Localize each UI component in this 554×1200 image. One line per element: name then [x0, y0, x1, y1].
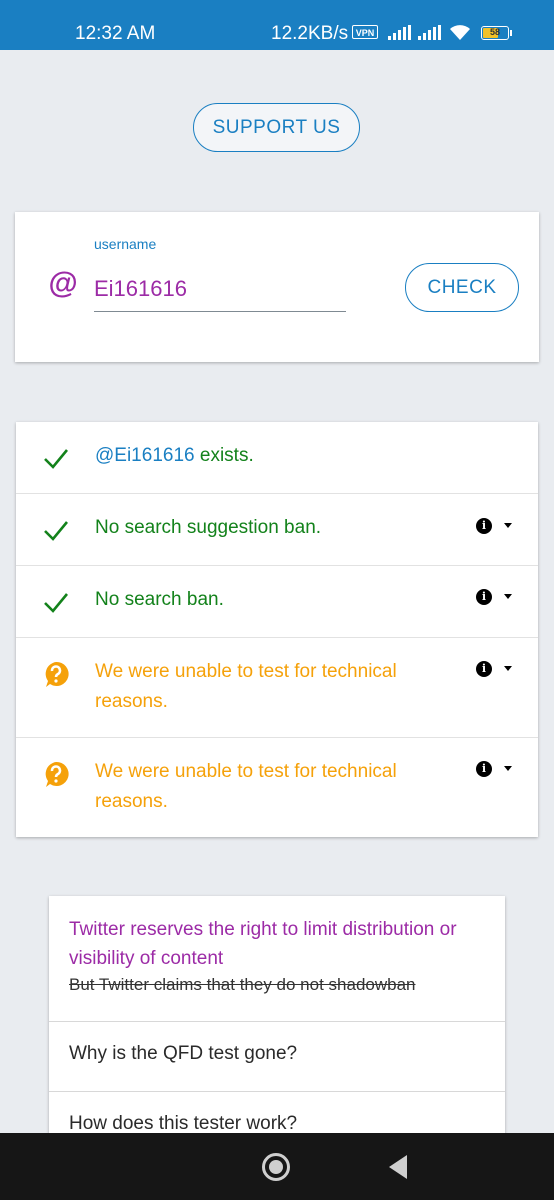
username-label: username [94, 236, 157, 252]
result-text: @Ei161616 exists. [95, 441, 435, 471]
result-row[interactable]: No search suggestion ban. i [16, 494, 538, 566]
result-text: We were unable to test for technical rea… [95, 761, 397, 812]
faq-question: Twitter reserves the right to limit dist… [69, 919, 457, 969]
status-bar: 12:32 AM 12.2KB/s VPN 58 [0, 0, 554, 50]
result-text: No search ban. [95, 589, 224, 610]
check-icon [44, 593, 69, 613]
battery-icon: 58 [481, 26, 512, 40]
chevron-down-icon[interactable] [504, 594, 512, 599]
result-row[interactable]: We were unable to test for technical rea… [16, 638, 538, 738]
back-icon[interactable] [387, 1154, 409, 1180]
chevron-down-icon[interactable] [504, 523, 512, 528]
results-card: @Ei161616 exists. No search suggestion b… [16, 422, 538, 837]
home-icon[interactable] [262, 1153, 290, 1181]
signal-icon [418, 25, 441, 40]
check-button[interactable]: CHECK [405, 263, 519, 312]
faq-item[interactable]: Why is the QFD test gone? [49, 1022, 505, 1092]
result-status: exists. [194, 445, 254, 466]
username-card: @ username CHECK [15, 212, 539, 362]
chevron-down-icon[interactable] [504, 666, 512, 671]
faq-question: How does this tester work? [69, 1113, 298, 1134]
result-row[interactable]: No search ban. i [16, 566, 538, 638]
faq-question: Why is the QFD test gone? [69, 1043, 298, 1064]
faq-item[interactable]: Twitter reserves the right to limit dist… [49, 896, 505, 1022]
result-row[interactable]: We were unable to test for technical rea… [16, 738, 538, 837]
check-icon [44, 521, 69, 541]
wifi-icon [450, 25, 470, 40]
chevron-down-icon[interactable] [504, 766, 512, 771]
question-bubble-icon [45, 661, 69, 687]
network-speed: 12.2KB/s [271, 23, 349, 44]
check-icon [44, 449, 69, 469]
info-icon[interactable]: i [476, 518, 492, 534]
faq-note: But Twitter claims that they do not shad… [69, 975, 416, 994]
info-icon[interactable]: i [476, 761, 492, 777]
status-time: 12:32 AM [75, 23, 156, 44]
vpn-icon: VPN [352, 25, 378, 39]
result-row: @Ei161616 exists. [16, 422, 538, 494]
info-icon[interactable]: i [476, 589, 492, 605]
result-handle: @Ei161616 [95, 445, 195, 466]
navigation-bar [0, 1133, 554, 1200]
result-text: No search suggestion ban. [95, 517, 322, 538]
info-icon[interactable]: i [476, 661, 492, 677]
result-text: We were unable to test for technical rea… [95, 661, 397, 712]
faq-card: Twitter reserves the right to limit dist… [49, 896, 505, 1156]
at-icon: @ [48, 267, 78, 300]
support-us-button[interactable]: SUPPORT US [193, 103, 360, 152]
question-bubble-icon [45, 761, 69, 787]
battery-level: 58 [489, 27, 500, 37]
username-input[interactable] [94, 260, 346, 312]
signal-icon [388, 25, 411, 40]
